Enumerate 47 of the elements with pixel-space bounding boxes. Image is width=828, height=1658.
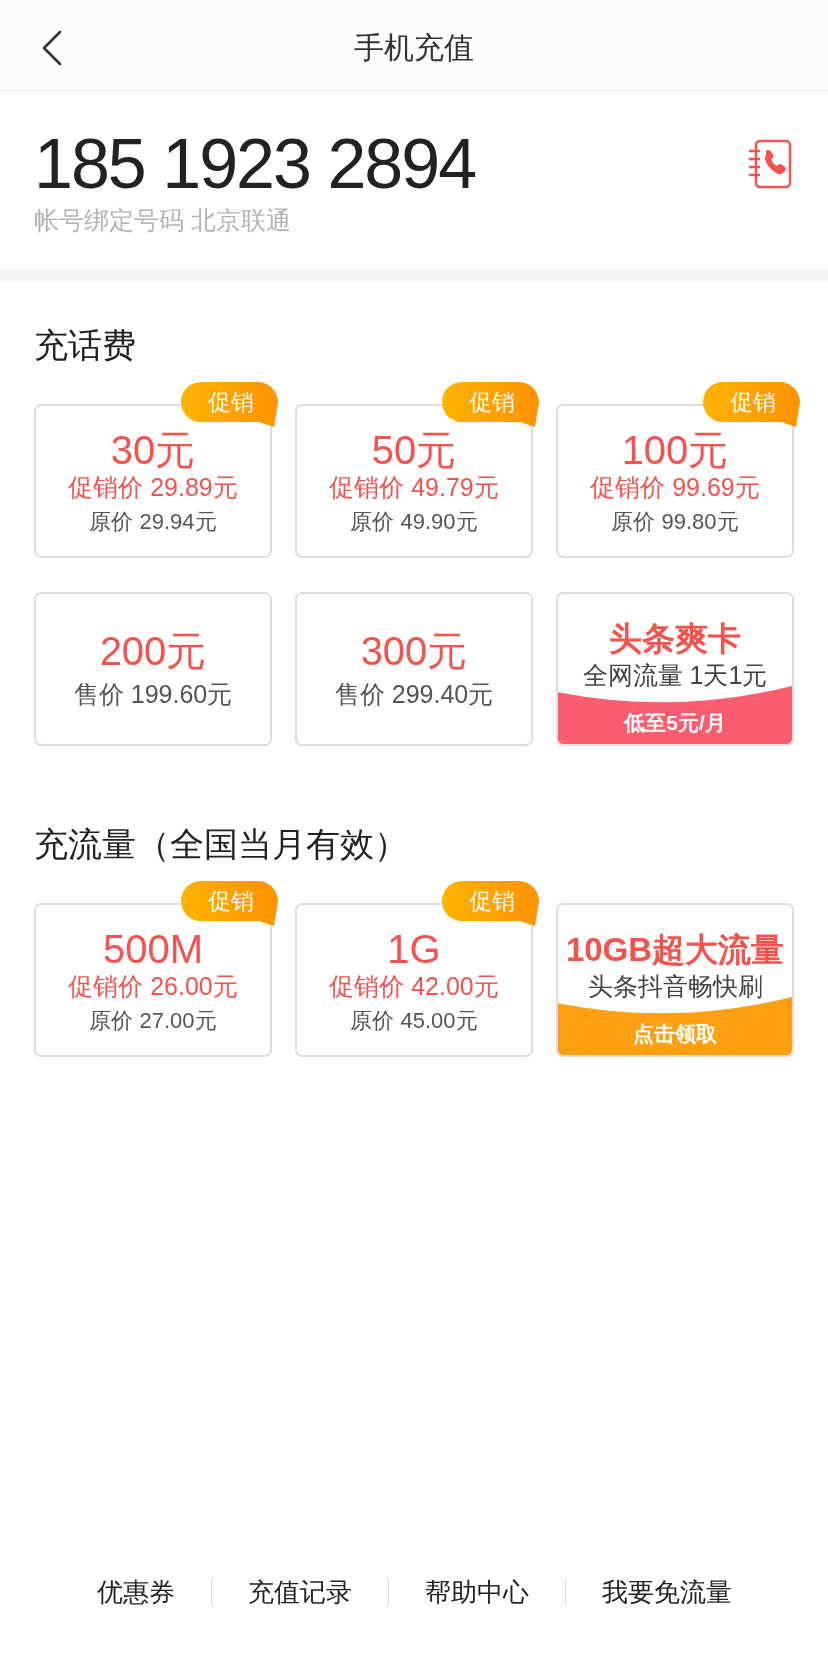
promo-badge: 促销 bbox=[181, 382, 278, 427]
banner-title: 10GB超大流量 bbox=[565, 930, 785, 970]
promo-price-text: 促销价 99.69元 bbox=[590, 472, 760, 502]
section-title: 充话费 bbox=[33, 325, 137, 365]
promo-badge: 促销 bbox=[703, 382, 800, 427]
amount-text: 1G bbox=[387, 927, 441, 971]
footer-link[interactable]: 充值记录 bbox=[211, 1576, 388, 1608]
promo-banner-card[interactable]: 10GB超大流量 头条抖音畅快刷 点击领取 bbox=[556, 903, 794, 1057]
amount-text: 500M bbox=[102, 927, 204, 971]
promo-price-text: 促销价 29.89元 bbox=[68, 472, 238, 502]
back-button[interactable] bbox=[40, 29, 64, 67]
section-title: 充流量（全国当月有效） bbox=[33, 824, 409, 864]
amount-text: 50元 bbox=[371, 428, 457, 472]
original-price-text: 原价 99.80元 bbox=[611, 508, 739, 536]
amount-text: 30元 bbox=[110, 428, 196, 472]
footer-link[interactable]: 我要免流量 bbox=[565, 1576, 768, 1608]
promo-price-text: 促销价 49.79元 bbox=[329, 472, 499, 502]
banner-subtitle: 头条抖音畅快刷 bbox=[587, 971, 763, 1001]
sale-price-text: 售价 199.60元 bbox=[73, 679, 233, 709]
band-text: 低至5元/月 bbox=[622, 710, 727, 736]
footer-link[interactable]: 帮助中心 bbox=[388, 1576, 565, 1608]
recharge-option-card[interactable]: 200元 售价 199.60元 bbox=[34, 592, 272, 746]
phone-number: 185 1923 2894 bbox=[34, 128, 476, 200]
original-price-text: 原价 27.00元 bbox=[89, 1007, 217, 1035]
sale-price-text: 售价 299.40元 bbox=[334, 679, 494, 709]
amount-text: 200元 bbox=[99, 629, 207, 673]
chevron-left-icon bbox=[42, 30, 62, 66]
original-price-text: 原价 29.94元 bbox=[89, 508, 217, 536]
promo-badge: 促销 bbox=[181, 881, 278, 926]
promo-price-text: 促销价 42.00元 bbox=[329, 971, 499, 1001]
promo-price-text: 促销价 26.00元 bbox=[68, 971, 238, 1001]
promo-badge: 促销 bbox=[442, 382, 539, 427]
original-price-text: 原价 45.00元 bbox=[350, 1007, 478, 1035]
original-price-text: 原价 49.90元 bbox=[350, 508, 478, 536]
page-title: 手机充值 bbox=[354, 30, 474, 66]
footer-link[interactable]: 优惠券 bbox=[60, 1576, 211, 1608]
account-note: 帐号绑定号码 北京联通 bbox=[34, 205, 291, 236]
promo-badge: 促销 bbox=[442, 881, 539, 926]
band-text: 点击领取 bbox=[632, 1021, 718, 1047]
recharge-option-card[interactable]: 300元 售价 299.40元 bbox=[295, 592, 533, 746]
banner-title: 头条爽卡 bbox=[609, 619, 741, 659]
banner-subtitle: 全网流量 1天1元 bbox=[582, 660, 768, 690]
amount-text: 300元 bbox=[360, 629, 468, 673]
contacts-button[interactable] bbox=[748, 139, 792, 189]
contact-book-icon bbox=[748, 139, 792, 189]
amount-text: 100元 bbox=[621, 428, 729, 472]
promo-banner-card[interactable]: 头条爽卡 全网流量 1天1元 低至5元/月 bbox=[556, 592, 794, 746]
